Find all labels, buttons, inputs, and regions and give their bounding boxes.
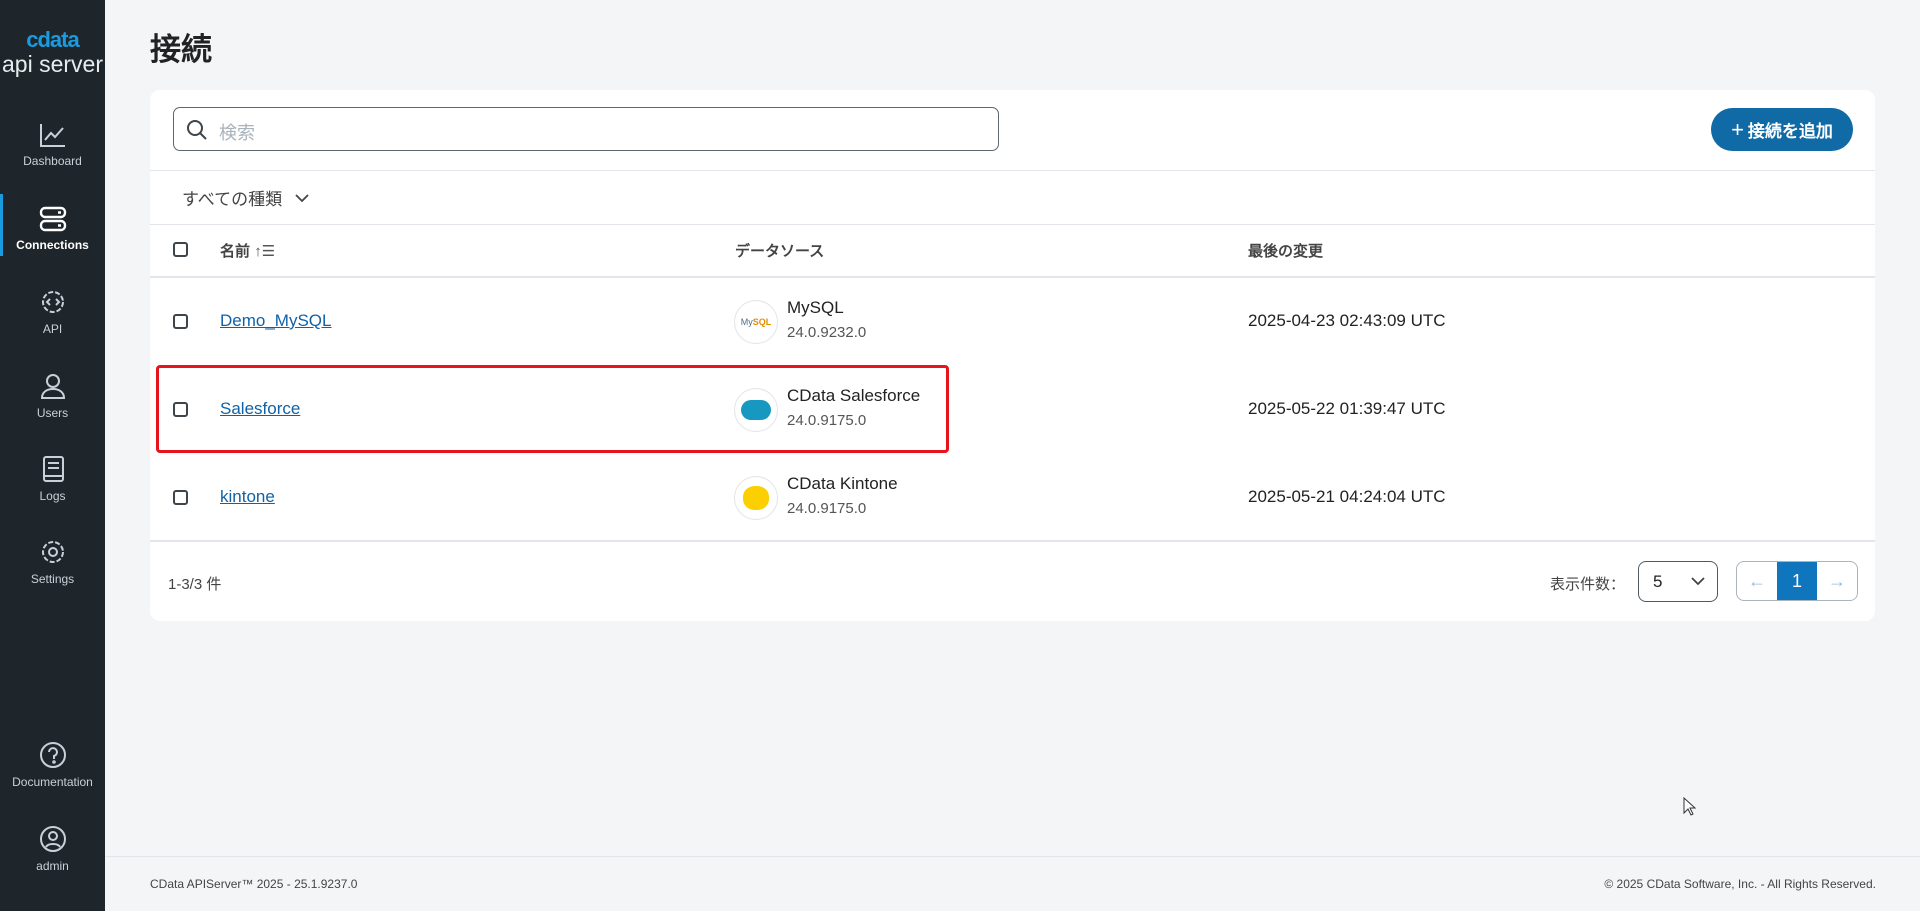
column-header-datasource[interactable]: データソース xyxy=(735,240,824,261)
connections-card: 検索 + 接続を追加 すべての種類 名前 ↑☰ データソース 最後の変更 Demo… xyxy=(150,90,1875,621)
nav-label: admin xyxy=(36,859,69,873)
modified-date: 2025-05-21 04:24:04 UTC xyxy=(1248,487,1446,506)
logo[interactable]: cdata api server xyxy=(0,27,105,78)
modified-date: 2025-05-22 01:39:47 UTC xyxy=(1248,399,1446,418)
column-header-modified[interactable]: 最後の変更 xyxy=(1248,240,1323,261)
modified-date: 2025-04-23 02:43:09 UTC xyxy=(1248,311,1446,330)
pagination: ← 1 → xyxy=(1736,561,1858,601)
nav-admin[interactable]: admin xyxy=(0,825,105,873)
table-row: kintone CData Kintone 24.0.9175.0 2025-0… xyxy=(150,454,1875,542)
account-icon xyxy=(39,826,66,852)
header-label: 名前 xyxy=(220,243,251,260)
per-page-select[interactable]: 5 xyxy=(1638,561,1718,602)
nav-dashboard[interactable]: Dashboard xyxy=(0,122,105,168)
logo-product: api server xyxy=(2,51,103,77)
add-connection-label: 接続を追加 xyxy=(1747,122,1833,141)
row-checkbox[interactable] xyxy=(173,490,188,505)
footer: CData APIServer™ 2025 - 25.1.9237.0 © 20… xyxy=(105,856,1920,911)
footer-version: CData APIServer™ 2025 - 25.1.9237.0 xyxy=(150,877,358,891)
nav-label: Documentation xyxy=(12,775,93,789)
page-button-current[interactable]: 1 xyxy=(1777,562,1817,600)
datasource-name: MySQL xyxy=(787,298,844,317)
connection-link[interactable]: Demo_MySQL xyxy=(220,311,331,331)
arrow-right-icon: → xyxy=(1828,570,1846,591)
kintone-logo-icon xyxy=(734,476,778,520)
search-placeholder: 検索 xyxy=(219,123,255,143)
chevron-down-icon xyxy=(295,193,309,202)
api-gear-icon xyxy=(41,291,64,313)
select-all-checkbox[interactable] xyxy=(173,242,188,257)
plus-icon: + xyxy=(1731,116,1744,142)
divider xyxy=(150,540,1875,542)
table-row: Demo_MySQL MySQL MySQL 24.0.9232.0 2025-… xyxy=(150,278,1875,366)
mouse-cursor-icon xyxy=(1683,797,1697,816)
nav-logs[interactable]: Logs xyxy=(0,455,105,503)
nav-label: Logs xyxy=(39,489,66,503)
chevron-down-icon xyxy=(1691,577,1705,586)
search-input[interactable]: 検索 xyxy=(173,107,999,151)
book-icon xyxy=(42,456,64,482)
page-number: 1 xyxy=(1791,570,1802,591)
datasource-version: 24.0.9232.0 xyxy=(787,324,867,341)
footer-copyright: © 2025 CData Software, Inc. - All Rights… xyxy=(1604,877,1876,891)
type-filter-label: すべての種類 xyxy=(182,190,283,209)
nav-label: Users xyxy=(36,406,69,420)
page-title: 接続 xyxy=(150,32,212,67)
sidebar: cdata api server Dashboard Connections A… xyxy=(0,0,105,911)
arrow-left-icon: ← xyxy=(1748,570,1766,591)
divider xyxy=(150,170,1875,171)
column-header-name[interactable]: 名前 ↑☰ xyxy=(220,240,275,261)
user-icon xyxy=(40,374,65,399)
server-icon xyxy=(39,206,66,232)
add-connection-button[interactable]: + 接続を追加 xyxy=(1711,108,1853,151)
result-count: 1-3/3 件 xyxy=(168,576,222,593)
help-icon xyxy=(39,742,66,768)
nav-label: Dashboard xyxy=(23,154,82,168)
per-page-value: 5 xyxy=(1653,572,1663,591)
sort-icon[interactable]: ↑☰ xyxy=(254,243,275,260)
nav-documentation[interactable]: Documentation xyxy=(0,741,105,789)
highlight-box xyxy=(156,365,949,453)
gear-icon xyxy=(41,541,64,563)
nav-label: API xyxy=(42,322,63,336)
prev-page-button[interactable]: ← xyxy=(1737,562,1777,600)
nav-users[interactable]: Users xyxy=(0,372,105,420)
per-page-label: 表示件数： xyxy=(1550,576,1626,593)
row-checkbox[interactable] xyxy=(173,314,188,329)
nav-label: Connections xyxy=(16,238,89,252)
type-filter-dropdown[interactable]: すべての種類 xyxy=(182,185,310,210)
datasource-version: 24.0.9175.0 xyxy=(787,500,867,517)
divider xyxy=(150,224,1875,225)
search-icon xyxy=(187,120,207,140)
nav-api[interactable]: API xyxy=(0,288,105,336)
connection-link[interactable]: kintone xyxy=(220,487,275,507)
mysql-logo-icon: MySQL xyxy=(734,300,778,344)
next-page-button[interactable]: → xyxy=(1817,562,1857,600)
logo-brand: cdata xyxy=(26,27,79,52)
datasource-name: CData Kintone xyxy=(787,474,898,493)
nav-connections[interactable]: Connections xyxy=(0,194,105,256)
nav-label: Settings xyxy=(30,572,75,586)
nav-settings[interactable]: Settings xyxy=(0,538,105,586)
chart-icon xyxy=(39,124,65,147)
